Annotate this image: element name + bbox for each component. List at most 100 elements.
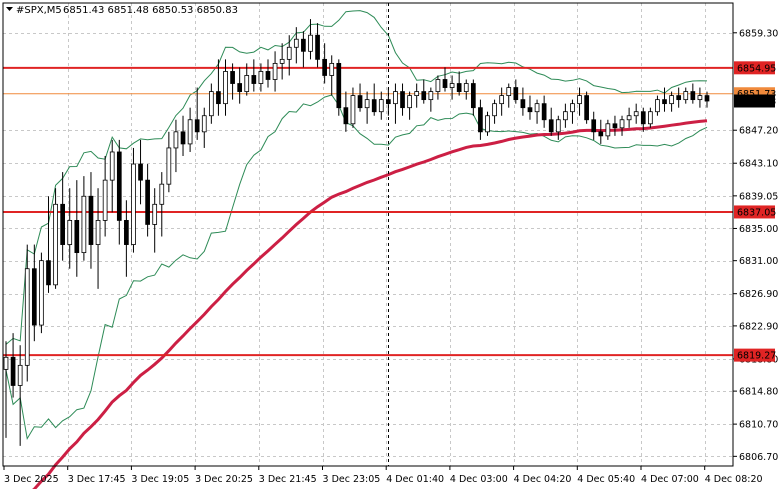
- candle-body: [10, 356, 16, 386]
- candle-body: [322, 58, 327, 76]
- candle-body: [626, 115, 632, 121]
- candle-body: [124, 220, 129, 245]
- candle-body: [520, 99, 526, 109]
- candle-body: [456, 83, 462, 92]
- candle-body: [308, 34, 313, 52]
- candle-body: [116, 151, 122, 221]
- level-label-2: 6837.05: [734, 205, 776, 219]
- candle-body: [24, 268, 30, 366]
- candle: [584, 91, 589, 124]
- candle-body: [442, 79, 448, 88]
- candle-body: [173, 131, 179, 149]
- candle-body: [584, 95, 589, 121]
- candle-body: [272, 62, 278, 80]
- candle-body: [166, 147, 172, 185]
- x-tick-label: 4 Dec 08:20: [705, 474, 763, 485]
- y-tick-label: 6859.30: [739, 28, 778, 39]
- candle-body: [286, 46, 292, 60]
- candle-body: [67, 220, 73, 245]
- candle-body: [640, 111, 646, 125]
- candle-body: [393, 91, 398, 105]
- chart-window: 6859.30 6847.20 6843.10 6839.05 6835.00 6831.…: [0, 0, 781, 493]
- candle-body: [95, 220, 101, 245]
- y-tick-label: 6814.80: [739, 387, 778, 398]
- candle-body: [201, 115, 207, 133]
- candle-body: [223, 71, 228, 105]
- x-tick-label: 4 Dec 04:20: [514, 474, 572, 485]
- candle-body: [208, 91, 214, 117]
- x-tick-label: 3 Dec 20:25: [195, 474, 253, 485]
- x-tick-label: 4 Dec 07:00: [641, 474, 699, 485]
- candle-body: [194, 119, 200, 133]
- candle-body: [697, 95, 703, 101]
- candle-body: [485, 115, 490, 133]
- level-label-text-3: 6819.27: [737, 351, 776, 362]
- candle-body: [548, 119, 554, 133]
- candle-body: [145, 179, 150, 225]
- candle-body: [74, 220, 80, 254]
- candle-body: [230, 71, 235, 84]
- candle-body: [570, 103, 575, 113]
- candle-body: [244, 75, 250, 92]
- candle-body: [591, 119, 597, 133]
- candle: [336, 59, 342, 116]
- y-tick-label: 6831.00: [739, 256, 778, 267]
- candle-body: [301, 38, 306, 52]
- candle-body: [563, 111, 568, 121]
- candle-body: [619, 119, 625, 129]
- y-tick-label: 6810.70: [739, 420, 778, 431]
- level-label-text-2: 6837.05: [737, 207, 776, 218]
- candle-body: [343, 107, 349, 125]
- candle-body: [159, 183, 165, 205]
- price-chart[interactable]: 6859.30 6847.20 6843.10 6839.05 6835.00 6831.…: [0, 0, 781, 493]
- candle-body: [336, 62, 342, 109]
- candle-body: [400, 91, 405, 109]
- chart-title: #SPX,M5 6851.43 6851.48 6850.53 6850.83: [6, 5, 238, 16]
- candle-body: [138, 163, 143, 181]
- candle-body: [378, 99, 384, 113]
- candle-body: [251, 75, 257, 84]
- candle-body: [492, 103, 497, 117]
- candle-body: [152, 203, 158, 225]
- current-price-label: 6850.83: [734, 94, 776, 108]
- candle-body: [555, 119, 561, 133]
- x-tick-label: 4 Dec 05:40: [577, 474, 635, 485]
- candle-body: [39, 260, 44, 326]
- candle-body: [463, 83, 469, 92]
- candle-body: [258, 71, 264, 84]
- title-symbol: #SPX,M5: [16, 5, 62, 16]
- candle-body: [237, 83, 243, 92]
- candle-body: [407, 95, 412, 109]
- x-tick-label: 3 Dec 2025: [4, 474, 59, 485]
- candle-body: [506, 87, 512, 97]
- candle-body: [81, 195, 87, 254]
- candle-body: [131, 163, 136, 245]
- candle-body: [102, 179, 108, 221]
- candle-body: [109, 151, 115, 181]
- candle-body: [371, 99, 377, 113]
- candle-body: [662, 99, 667, 105]
- y-tick-label: 6843.10: [739, 159, 778, 170]
- x-tick-label: 4 Dec 03:00: [450, 474, 508, 485]
- candle-body: [683, 91, 689, 101]
- candle-body: [690, 91, 696, 101]
- candle-body: [669, 95, 674, 105]
- candle-body: [46, 260, 51, 286]
- candle-body: [293, 38, 299, 48]
- candle-body: [470, 83, 476, 109]
- candle-body: [421, 91, 427, 101]
- candle-body: [279, 58, 285, 64]
- candle: [39, 252, 44, 334]
- candle-body: [187, 119, 193, 145]
- level-label-3: 6819.27: [734, 348, 776, 362]
- y-tick-label: 6826.90: [739, 289, 778, 300]
- candle-body: [704, 95, 710, 102]
- candle-body: [655, 99, 660, 113]
- x-tick-label: 3 Dec 19:05: [131, 474, 189, 485]
- candle-body: [612, 123, 618, 129]
- candle-body: [88, 195, 94, 245]
- candle-body: [435, 79, 441, 92]
- current-price-text: 6850.83: [737, 96, 776, 107]
- y-tick-label: 6839.05: [739, 191, 778, 202]
- candle-body: [315, 34, 320, 60]
